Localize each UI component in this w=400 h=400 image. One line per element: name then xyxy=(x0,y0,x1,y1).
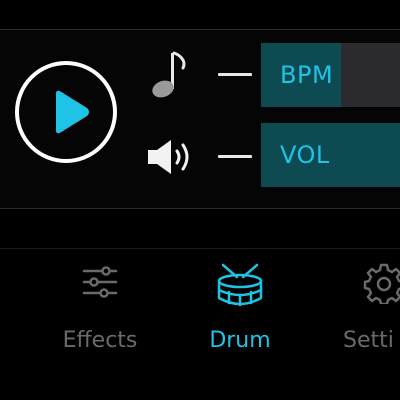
tab-drum[interactable]: Drum xyxy=(180,262,300,362)
tab-settings-label: Setti xyxy=(343,328,394,353)
tab-settings[interactable]: Setti xyxy=(330,262,400,362)
tab-effects[interactable]: Effects xyxy=(40,262,160,362)
bpm-dash xyxy=(218,73,252,76)
speaker-icon xyxy=(148,140,189,174)
drum-icon xyxy=(217,263,263,307)
tab-bar-divider xyxy=(0,248,400,249)
bpm-label: BPM xyxy=(280,61,334,89)
vol-dash xyxy=(218,155,252,158)
vol-slider[interactable]: VOL xyxy=(261,123,400,187)
music-note-icon xyxy=(152,51,186,98)
play-button[interactable] xyxy=(15,61,117,163)
bpm-slider[interactable]: BPM xyxy=(261,43,400,107)
gear-icon xyxy=(363,263,400,304)
tab-effects-label: Effects xyxy=(62,328,138,353)
play-icon xyxy=(56,90,89,134)
vol-label: VOL xyxy=(280,141,330,169)
sliders-icon xyxy=(82,266,118,298)
app-screen: BPM VOL Effects Drum Setti xyxy=(0,0,400,400)
tab-drum-label: Drum xyxy=(209,328,271,353)
